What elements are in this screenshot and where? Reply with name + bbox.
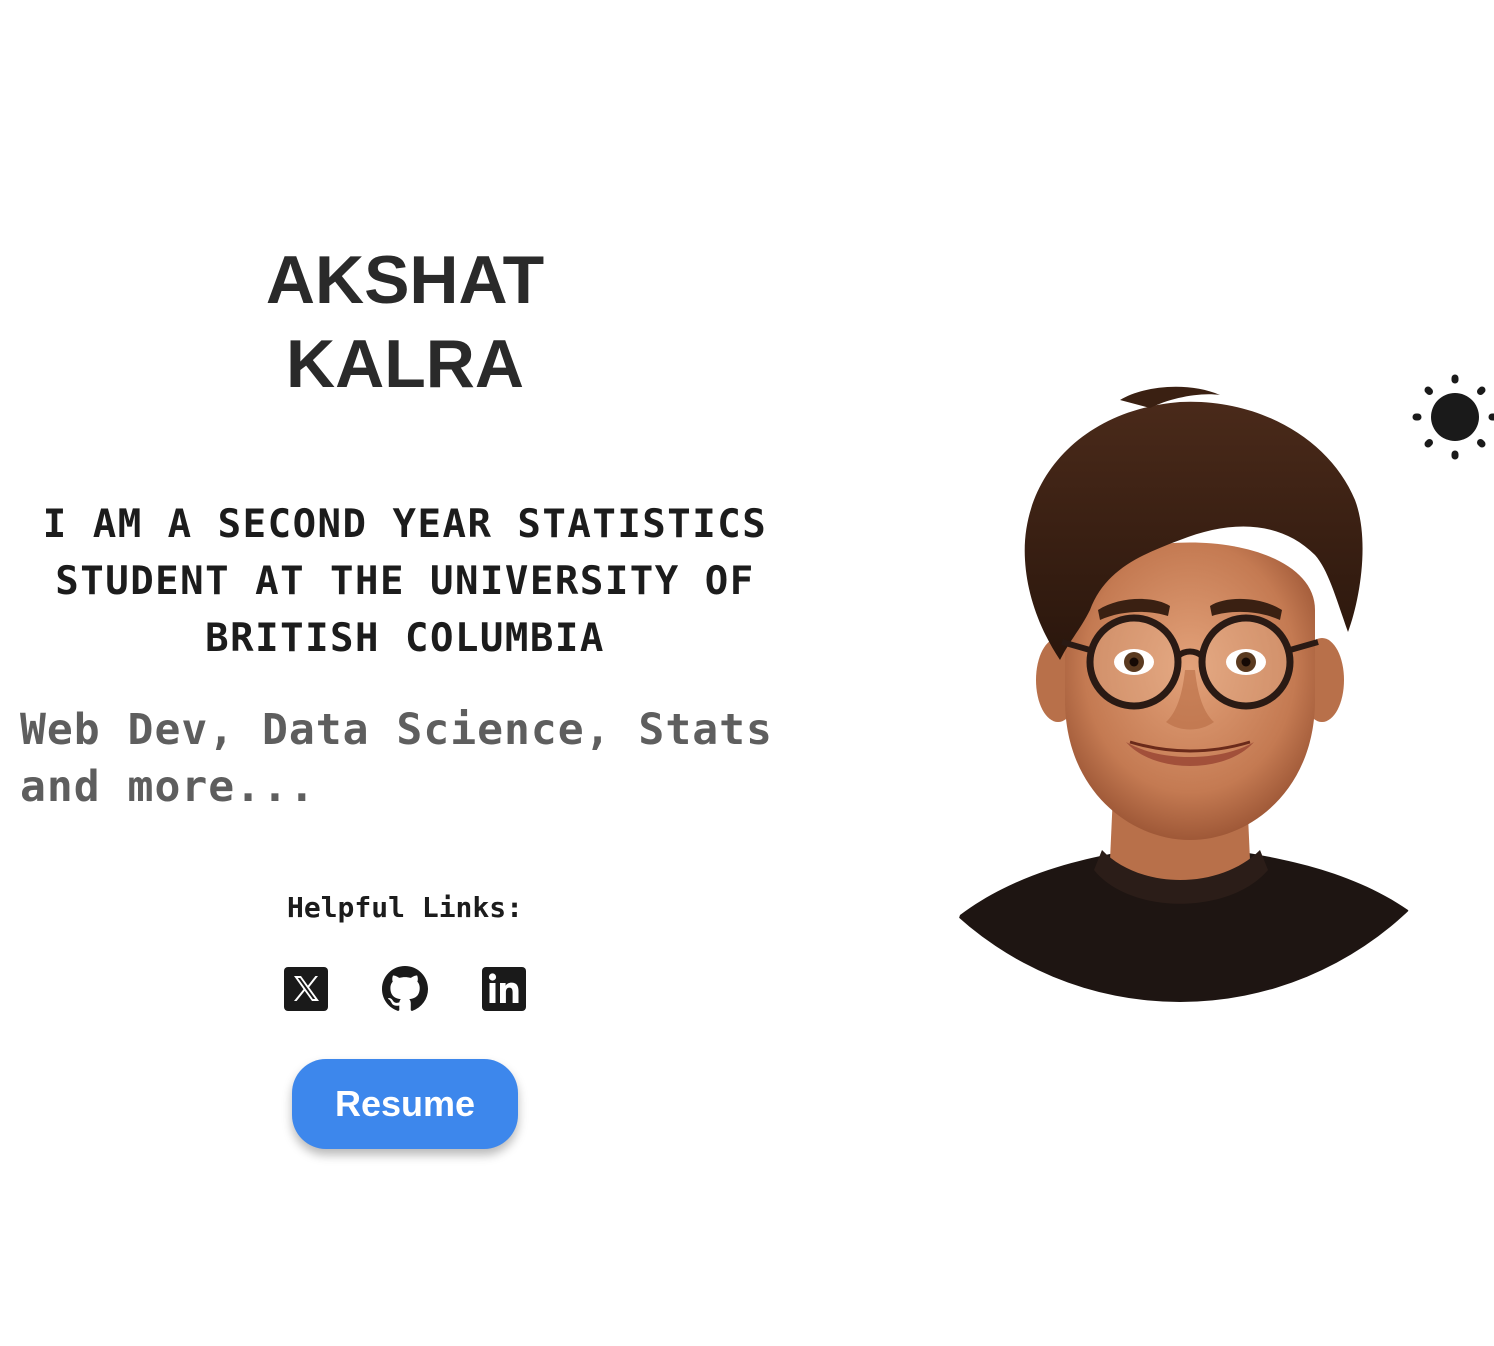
tagline-line: I AM A SECOND YEAR STATISTICS — [42, 502, 768, 547]
x-link[interactable] — [282, 965, 330, 1013]
sun-icon — [1412, 374, 1494, 460]
tagline-line: BRITISH COLUMBIA — [205, 616, 605, 661]
tagline-line: STUDENT AT THE UNIVERSITY OF — [55, 559, 755, 604]
github-icon — [382, 966, 428, 1011]
name-first: AKSHAT — [265, 242, 545, 318]
interests-line: Web Dev, Data Science, Stats — [20, 705, 773, 755]
helpful-links-label: Helpful Links: — [286, 891, 523, 924]
page-title: AKSHAT KALRA — [0, 238, 810, 406]
x-logo-icon — [284, 967, 328, 1011]
interests-line: and more... — [20, 762, 316, 812]
avatar-illustration — [930, 386, 1450, 1002]
tagline: I AM A SECOND YEAR STATISTICS STUDENT AT… — [0, 496, 810, 667]
github-link[interactable] — [381, 965, 429, 1013]
intro-section: AKSHAT KALRA I AM A SECOND YEAR STATISTI… — [0, 0, 810, 1346]
resume-button[interactable]: Resume — [292, 1059, 518, 1149]
linkedin-link[interactable] — [480, 965, 528, 1013]
theme-toggle-button[interactable] — [1408, 372, 1494, 462]
avatar — [930, 370, 1450, 1010]
interests-text: Web Dev, Data Science, Stats and more... — [20, 702, 800, 816]
name-last: KALRA — [286, 326, 524, 402]
linkedin-icon — [482, 967, 526, 1011]
